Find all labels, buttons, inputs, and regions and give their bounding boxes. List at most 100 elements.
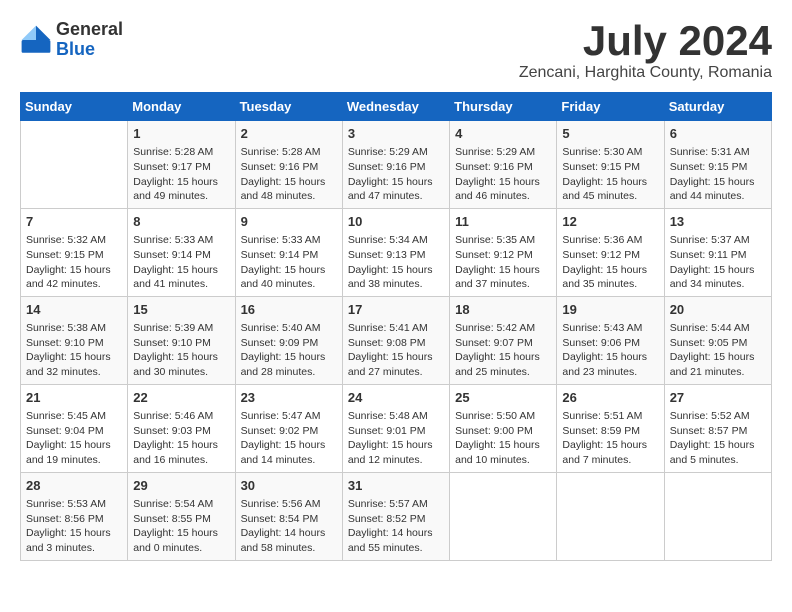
- day-info: Sunrise: 5:33 AM Sunset: 9:14 PM Dayligh…: [241, 233, 337, 292]
- day-info: Sunrise: 5:32 AM Sunset: 9:15 PM Dayligh…: [26, 233, 122, 292]
- calendar-cell: 12 Sunrise: 5:36 AM Sunset: 9:12 PM Dayli…: [557, 208, 664, 296]
- day-number: 5: [562, 125, 658, 143]
- calendar-cell: [664, 472, 771, 560]
- calendar-cell: 28Sunrise: 5:53 AM Sunset: 8:56 PM Dayli…: [21, 472, 128, 560]
- day-info: Sunrise: 5:36 AM Sunset: 9:12 PM Dayligh…: [562, 233, 658, 292]
- calendar-header: SundayMondayTuesdayWednesdayThursdayFrid…: [21, 93, 772, 121]
- day-info: Sunrise: 5:48 AM Sunset: 9:01 PM Dayligh…: [348, 409, 444, 468]
- day-info: Sunrise: 5:29 AM Sunset: 9:16 PM Dayligh…: [455, 145, 551, 204]
- logo-blue-text: Blue: [56, 40, 123, 60]
- calendar-cell: 15 Sunrise: 5:39 AM Sunset: 9:10 PM Dayli…: [128, 296, 235, 384]
- logo-icon: [20, 24, 52, 56]
- day-info: Sunrise: 5:34 AM Sunset: 9:13 PM Dayligh…: [348, 233, 444, 292]
- day-info: Sunrise: 5:54 AM Sunset: 8:55 PM Dayligh…: [133, 497, 229, 556]
- page-header: General Blue July 2024 Zencani, Harghita…: [20, 20, 772, 82]
- day-number: 25: [455, 389, 551, 407]
- calendar-cell: 13Sunrise: 5:37 AM Sunset: 9:11 PM Dayli…: [664, 208, 771, 296]
- day-number: 15: [133, 301, 229, 319]
- day-number: 21: [26, 389, 122, 407]
- calendar-cell: 11Sunrise: 5:35 AM Sunset: 9:12 PM Dayli…: [450, 208, 557, 296]
- calendar-cell: 23 Sunrise: 5:47 AM Sunset: 9:02 PM Dayli…: [235, 384, 342, 472]
- day-info: Sunrise: 5:53 AM Sunset: 8:56 PM Dayligh…: [26, 497, 122, 556]
- logo: General Blue: [20, 20, 123, 60]
- calendar-cell: 4Sunrise: 5:29 AM Sunset: 9:16 PM Daylig…: [450, 121, 557, 209]
- day-number: 17: [348, 301, 444, 319]
- weekday-row: SundayMondayTuesdayWednesdayThursdayFrid…: [21, 93, 772, 121]
- calendar-cell: 25 Sunrise: 5:50 AM Sunset: 9:00 PM Dayli…: [450, 384, 557, 472]
- calendar-cell: 26 Sunrise: 5:51 AM Sunset: 8:59 PM Dayli…: [557, 384, 664, 472]
- calendar-cell: 22 Sunrise: 5:46 AM Sunset: 9:03 PM Dayli…: [128, 384, 235, 472]
- calendar-cell: 29 Sunrise: 5:54 AM Sunset: 8:55 PM Dayli…: [128, 472, 235, 560]
- day-info: Sunrise: 5:51 AM Sunset: 8:59 PM Dayligh…: [562, 409, 658, 468]
- day-info: Sunrise: 5:30 AM Sunset: 9:15 PM Dayligh…: [562, 145, 658, 204]
- calendar-cell: [21, 121, 128, 209]
- day-number: 3: [348, 125, 444, 143]
- day-number: 12: [562, 213, 658, 231]
- day-number: 9: [241, 213, 337, 231]
- weekday-saturday: Saturday: [664, 93, 771, 121]
- calendar-cell: 3 Sunrise: 5:29 AM Sunset: 9:16 PM Daylig…: [342, 121, 449, 209]
- calendar-cell: 17 Sunrise: 5:41 AM Sunset: 9:08 PM Dayli…: [342, 296, 449, 384]
- day-number: 16: [241, 301, 337, 319]
- day-number: 8: [133, 213, 229, 231]
- day-info: Sunrise: 5:46 AM Sunset: 9:03 PM Dayligh…: [133, 409, 229, 468]
- day-info: Sunrise: 5:44 AM Sunset: 9:05 PM Dayligh…: [670, 321, 766, 380]
- day-info: Sunrise: 5:40 AM Sunset: 9:09 PM Dayligh…: [241, 321, 337, 380]
- day-info: Sunrise: 5:29 AM Sunset: 9:16 PM Dayligh…: [348, 145, 444, 204]
- day-info: Sunrise: 5:28 AM Sunset: 9:17 PM Dayligh…: [133, 145, 229, 204]
- day-info: Sunrise: 5:52 AM Sunset: 8:57 PM Dayligh…: [670, 409, 766, 468]
- day-number: 29: [133, 477, 229, 495]
- day-number: 22: [133, 389, 229, 407]
- weekday-monday: Monday: [128, 93, 235, 121]
- calendar-cell: 6Sunrise: 5:31 AM Sunset: 9:15 PM Daylig…: [664, 121, 771, 209]
- calendar-cell: 10 Sunrise: 5:34 AM Sunset: 9:13 PM Dayli…: [342, 208, 449, 296]
- day-info: Sunrise: 5:39 AM Sunset: 9:10 PM Dayligh…: [133, 321, 229, 380]
- calendar-cell: [450, 472, 557, 560]
- day-info: Sunrise: 5:33 AM Sunset: 9:14 PM Dayligh…: [133, 233, 229, 292]
- calendar-cell: 21 Sunrise: 5:45 AM Sunset: 9:04 PM Dayli…: [21, 384, 128, 472]
- day-info: Sunrise: 5:50 AM Sunset: 9:00 PM Dayligh…: [455, 409, 551, 468]
- calendar-cell: 31 Sunrise: 5:57 AM Sunset: 8:52 PM Dayli…: [342, 472, 449, 560]
- day-number: 18: [455, 301, 551, 319]
- day-number: 6: [670, 125, 766, 143]
- day-number: 10: [348, 213, 444, 231]
- day-info: Sunrise: 5:35 AM Sunset: 9:12 PM Dayligh…: [455, 233, 551, 292]
- day-info: Sunrise: 5:41 AM Sunset: 9:08 PM Dayligh…: [348, 321, 444, 380]
- calendar-week-row: 28Sunrise: 5:53 AM Sunset: 8:56 PM Dayli…: [21, 472, 772, 560]
- day-number: 20: [670, 301, 766, 319]
- calendar-cell: 1Sunrise: 5:28 AM Sunset: 9:17 PM Daylig…: [128, 121, 235, 209]
- weekday-thursday: Thursday: [450, 93, 557, 121]
- calendar-cell: 2 Sunrise: 5:28 AM Sunset: 9:16 PM Daylig…: [235, 121, 342, 209]
- calendar-cell: 16 Sunrise: 5:40 AM Sunset: 9:09 PM Dayli…: [235, 296, 342, 384]
- calendar-cell: 19Sunrise: 5:43 AM Sunset: 9:06 PM Dayli…: [557, 296, 664, 384]
- calendar-week-row: 7 Sunrise: 5:32 AM Sunset: 9:15 PM Daylig…: [21, 208, 772, 296]
- weekday-friday: Friday: [557, 93, 664, 121]
- day-number: 14: [26, 301, 122, 319]
- logo-general-text: General: [56, 20, 123, 40]
- day-number: 7: [26, 213, 122, 231]
- calendar-cell: 14 Sunrise: 5:38 AM Sunset: 9:10 PM Dayli…: [21, 296, 128, 384]
- calendar-cell: 18 Sunrise: 5:42 AM Sunset: 9:07 PM Dayli…: [450, 296, 557, 384]
- day-number: 31: [348, 477, 444, 495]
- calendar-body: 1Sunrise: 5:28 AM Sunset: 9:17 PM Daylig…: [21, 121, 772, 561]
- day-number: 26: [562, 389, 658, 407]
- day-number: 27: [670, 389, 766, 407]
- day-info: Sunrise: 5:38 AM Sunset: 9:10 PM Dayligh…: [26, 321, 122, 380]
- calendar-table: SundayMondayTuesdayWednesdayThursdayFrid…: [20, 92, 772, 561]
- calendar-cell: 9 Sunrise: 5:33 AM Sunset: 9:14 PM Daylig…: [235, 208, 342, 296]
- day-number: 2: [241, 125, 337, 143]
- day-info: Sunrise: 5:28 AM Sunset: 9:16 PM Dayligh…: [241, 145, 337, 204]
- day-info: Sunrise: 5:47 AM Sunset: 9:02 PM Dayligh…: [241, 409, 337, 468]
- calendar-cell: 30 Sunrise: 5:56 AM Sunset: 8:54 PM Dayli…: [235, 472, 342, 560]
- weekday-tuesday: Tuesday: [235, 93, 342, 121]
- calendar-cell: 24Sunrise: 5:48 AM Sunset: 9:01 PM Dayli…: [342, 384, 449, 472]
- calendar-week-row: 14 Sunrise: 5:38 AM Sunset: 9:10 PM Dayli…: [21, 296, 772, 384]
- calendar-week-row: 21 Sunrise: 5:45 AM Sunset: 9:04 PM Dayli…: [21, 384, 772, 472]
- day-info: Sunrise: 5:42 AM Sunset: 9:07 PM Dayligh…: [455, 321, 551, 380]
- calendar-cell: 27 Sunrise: 5:52 AM Sunset: 8:57 PM Dayli…: [664, 384, 771, 472]
- day-info: Sunrise: 5:57 AM Sunset: 8:52 PM Dayligh…: [348, 497, 444, 556]
- day-number: 23: [241, 389, 337, 407]
- day-info: Sunrise: 5:45 AM Sunset: 9:04 PM Dayligh…: [26, 409, 122, 468]
- day-number: 30: [241, 477, 337, 495]
- day-info: Sunrise: 5:56 AM Sunset: 8:54 PM Dayligh…: [241, 497, 337, 556]
